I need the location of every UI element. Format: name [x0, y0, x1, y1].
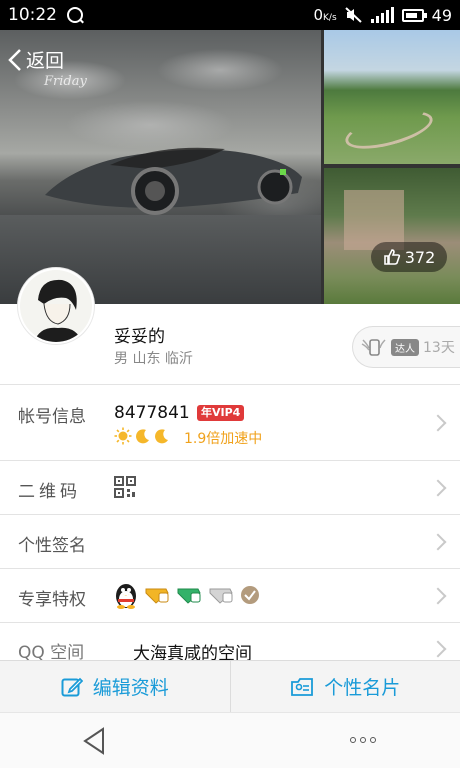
row-privileges[interactable]: 专享特权 — [0, 568, 460, 622]
back-button[interactable]: 返回 — [8, 46, 64, 73]
chevron-right-icon — [429, 533, 447, 551]
q-icon — [67, 7, 83, 23]
car-image — [45, 147, 302, 215]
qr-code-icon — [114, 476, 136, 498]
row-signature[interactable]: 个性签名 — [0, 514, 460, 568]
card-icon — [291, 677, 314, 696]
status-time: 10:22 — [8, 5, 57, 25]
battery-level: 49 — [431, 5, 452, 25]
photo-thumb-garden[interactable] — [324, 168, 460, 304]
chevron-right-icon — [429, 414, 447, 432]
thumbs-up-icon — [383, 249, 400, 265]
speed-unit: K/s — [323, 13, 337, 23]
yellow-diamond-icon — [145, 588, 169, 604]
chevron-right-icon — [429, 587, 447, 605]
system-nav-bar — [0, 712, 460, 768]
check-medal-icon — [241, 586, 259, 604]
battery-icon — [401, 8, 427, 22]
account-label: 帐号信息 — [18, 407, 86, 427]
like-button[interactable]: 372 — [371, 242, 447, 272]
photo-wall[interactable]: Friday 返回 372 — [0, 30, 460, 304]
qrcode-label: 二维码 — [18, 482, 81, 502]
avatar-image — [20, 270, 92, 342]
grey-diamond-icon — [209, 588, 233, 604]
gender-location: 男 山东 临沂 — [114, 351, 193, 367]
qq-penguin-icon — [116, 584, 136, 609]
privilege-label: 专享特权 — [18, 590, 86, 610]
photo-thumb-park[interactable] — [324, 30, 460, 164]
row-qrcode[interactable]: 二维码 — [0, 460, 460, 514]
phone-wings-icon — [361, 339, 386, 356]
edit-icon — [61, 677, 83, 696]
chevron-right-icon — [429, 640, 447, 658]
more-icon[interactable] — [350, 737, 376, 743]
mute-icon — [344, 7, 363, 23]
action-bar: 编辑资料 个性名片 — [0, 660, 460, 712]
avatar[interactable] — [18, 268, 94, 344]
signature-label: 个性签名 — [18, 536, 86, 556]
edit-profile-label: 编辑资料 — [92, 677, 169, 699]
speedup-text: 1.9倍加速中 — [184, 431, 263, 447]
nickname: 妥妥的 — [114, 327, 165, 347]
like-count: 372 — [404, 247, 436, 267]
row-account-info[interactable]: 帐号信息 8477841 年VIP4 1.9倍加速中 — [0, 384, 460, 460]
expert-tag: 达人 — [391, 338, 419, 356]
qq-number: 8477841 — [114, 403, 190, 423]
profile-card-label: 个性名片 — [324, 677, 401, 699]
nav-back-icon[interactable] — [82, 727, 106, 755]
expert-days: 13天 — [423, 340, 455, 356]
privilege-badges — [114, 581, 260, 609]
level-icons — [114, 427, 170, 445]
back-chevron-icon — [8, 48, 21, 71]
status-bar: 10:22 0K/s 49 — [0, 0, 460, 30]
profile-header: 妥妥的 男 山东 临沂 达人 13天 — [0, 268, 460, 384]
sun-icon — [114, 427, 132, 445]
thumb-wall — [344, 190, 404, 250]
thumb-path — [341, 103, 437, 157]
moon-icon — [155, 429, 168, 444]
profile-card-button[interactable]: 个性名片 — [229, 661, 460, 712]
green-diamond-icon — [177, 588, 201, 604]
expert-badge[interactable]: 达人 13天 — [352, 326, 460, 368]
edit-profile-button[interactable]: 编辑资料 — [0, 661, 230, 712]
chevron-right-icon — [429, 479, 447, 497]
network-speed: 0K/s — [313, 6, 336, 24]
vip-badge: 年VIP4 — [197, 405, 245, 421]
moon-icon — [136, 429, 149, 444]
photo-caption: Friday — [44, 74, 87, 89]
status-right: 0K/s 49 — [313, 6, 452, 25]
signal-icon — [370, 7, 394, 23]
info-list: 帐号信息 8477841 年VIP4 1.9倍加速中 二维码 个性签名 专享特权 — [0, 384, 460, 664]
speed-value: 0 — [313, 6, 324, 24]
back-label: 返回 — [26, 50, 65, 72]
row-qzone[interactable]: QQ 空间 大海真咸的空间 — [0, 622, 460, 664]
